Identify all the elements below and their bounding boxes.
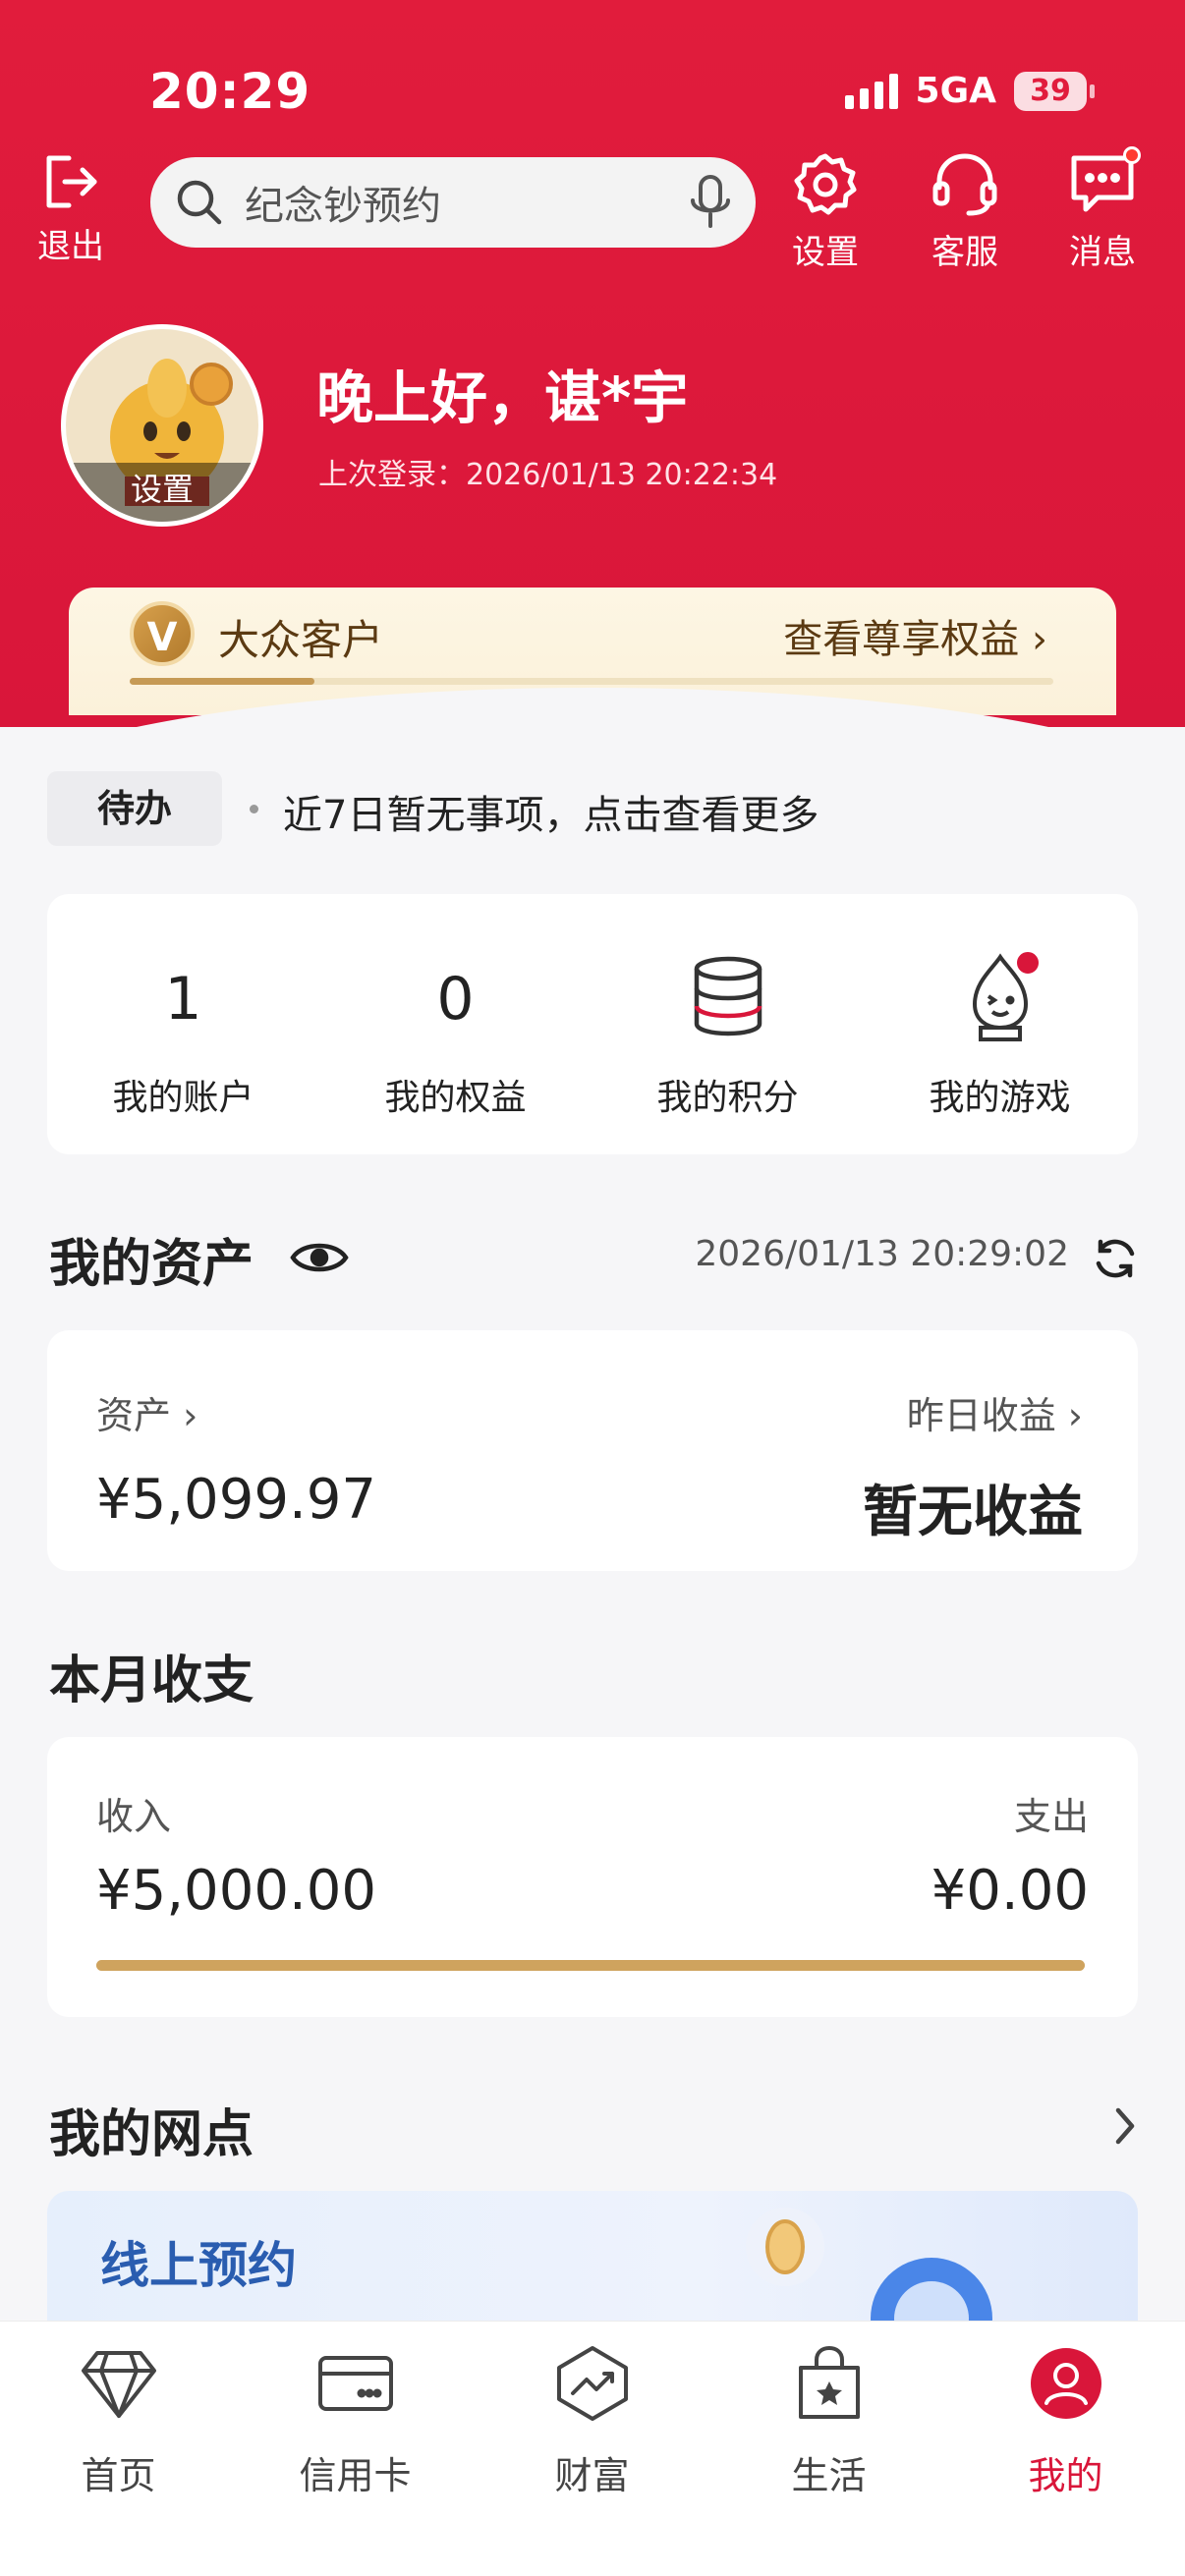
messages-button[interactable]: 消息	[1068, 146, 1141, 273]
yesterday-earnings-link[interactable]: 昨日收益 ›	[907, 1385, 1083, 1439]
customer-service-button[interactable]: 客服	[930, 150, 1000, 273]
search-icon	[177, 180, 222, 225]
mascot-icon	[972, 952, 1039, 1041]
todo-row[interactable]: 待办 近7日暂无事项，点击查看更多	[47, 771, 1138, 850]
logout-icon	[46, 155, 97, 208]
nav-mine[interactable]: 我的	[947, 2339, 1184, 2499]
yesterday-earnings-value: 暂无收益	[863, 1481, 1083, 1544]
online-appointment-title: 线上预约	[100, 2237, 297, 2294]
vip-badge-icon: V	[130, 601, 195, 666]
assets-title: 我的资产	[49, 1235, 254, 1294]
bullet-dot	[250, 805, 258, 813]
diamond-icon	[81, 2351, 156, 2418]
exit-button[interactable]: 退出	[37, 150, 104, 267]
bottom-nav: 首页 信用卡 财富 生活 我的	[0, 2321, 1185, 2576]
exit-label: 退出	[37, 227, 104, 266]
top-bar: 退出 纪念钞预约 设置 客服 消息	[0, 142, 1185, 273]
avatar[interactable]: 设置	[61, 324, 263, 527]
accounts-label: 我的账户	[112, 1078, 254, 1118]
nav-wealth[interactable]: 财富	[474, 2339, 710, 2499]
nav-mine-label: 我的	[1028, 2454, 1103, 2497]
status-indicators: 5GA 39	[844, 71, 1095, 111]
income-expense-bar	[96, 1960, 1085, 1971]
view-benefits-link[interactable]: 查看尊享权益 ›	[783, 607, 1047, 664]
todo-text: 近7日暂无事项，点击查看更多	[283, 793, 819, 838]
nav-home-label: 首页	[81, 2454, 156, 2497]
income-value: ¥5,000.00	[96, 1859, 377, 1923]
nav-wealth-label: 财富	[554, 2454, 630, 2497]
shopping-bag-icon	[798, 2346, 860, 2419]
expense-value: ¥0.00	[931, 1859, 1089, 1923]
my-games-item[interactable]: 我的游戏	[864, 894, 1136, 1154]
user-icon	[1030, 2348, 1101, 2419]
profile-section: 设置 晚上好，谌*宇 上次登录：2026/01/13 20:22:34	[61, 324, 1142, 531]
games-label: 我的游戏	[929, 1078, 1071, 1118]
assets-update-time: 2026/01/13 20:29:02	[695, 1234, 1069, 1274]
battery-icon: 39	[1014, 71, 1095, 111]
eye-icon[interactable]	[289, 1236, 350, 1279]
points-label: 我的积分	[656, 1078, 799, 1118]
monthly-title: 本月收支	[49, 1652, 254, 1710]
chevron-right-icon[interactable]	[1110, 2104, 1140, 2148]
branch-title: 我的网点	[49, 2105, 254, 2164]
membership-progress	[130, 678, 1053, 685]
assets-link[interactable]: 资产 ›	[96, 1385, 198, 1439]
last-login: 上次登录：2026/01/13 20:22:34	[318, 458, 778, 492]
assets-value: ¥5,099.97	[96, 1468, 377, 1532]
avatar-settings-label: 设置	[66, 463, 258, 522]
benefits-label: 我的权益	[384, 1078, 527, 1118]
expense-label: 支出	[1013, 1795, 1089, 1838]
my-points-item[interactable]: 我的积分	[592, 894, 864, 1154]
todo-tag: 待办	[47, 771, 222, 846]
accounts-count: 1	[164, 965, 202, 1034]
nav-life[interactable]: 生活	[710, 2339, 947, 2499]
network-label: 5GA	[915, 71, 996, 111]
income-share-fill	[96, 1960, 1085, 1971]
customer-service-label: 客服	[931, 233, 998, 272]
credit-card-icon	[317, 2356, 393, 2411]
status-bar: 20:29 5GA 39	[0, 59, 1185, 128]
unread-dot	[1123, 146, 1141, 164]
messages-label: 消息	[1069, 233, 1136, 272]
settings-button[interactable]: 设置	[791, 150, 860, 273]
message-icon-wrap	[1068, 146, 1141, 219]
assets-card: 资产 › ¥5,099.97 昨日收益 › 暂无收益	[47, 1330, 1138, 1571]
income-label: 收入	[96, 1795, 172, 1838]
membership-progress-fill	[130, 678, 314, 685]
membership-level: 大众客户	[218, 616, 384, 664]
headset-icon	[932, 153, 997, 216]
nav-credit-card[interactable]: 信用卡	[237, 2339, 474, 2499]
signal-icon	[844, 73, 898, 109]
settings-label: 设置	[792, 233, 859, 272]
my-benefits-item[interactable]: 0 我的权益	[319, 894, 592, 1154]
refresh-icon[interactable]	[1091, 1234, 1140, 1283]
benefits-count: 0	[436, 965, 475, 1034]
search-placeholder: 纪念钞预约	[245, 184, 441, 229]
header: 20:29 5GA 39 退出 纪念钞预约 设置 客服 消息 设置 晚上好，谌*…	[0, 0, 1185, 727]
coin-icon	[746, 2208, 824, 2286]
microphone-icon[interactable]	[689, 173, 732, 232]
gear-icon	[794, 153, 857, 215]
greeting: 晚上好，谌*宇	[316, 364, 689, 431]
nav-life-label: 生活	[791, 2454, 867, 2497]
monthly-card[interactable]: 收入 ¥5,000.00 支出 ¥0.00	[47, 1737, 1138, 2017]
nav-credit-card-label: 信用卡	[299, 2454, 412, 2497]
my-accounts-item[interactable]: 1 我的账户	[47, 894, 319, 1154]
trend-chart-icon	[556, 2346, 628, 2421]
nav-home[interactable]: 首页	[0, 2339, 237, 2499]
search-box[interactable]: 纪念钞预约	[150, 157, 756, 248]
quick-access-card: 1 我的账户 0 我的权益 我的积分 我的游戏	[47, 894, 1138, 1154]
database-icon	[694, 956, 762, 1036]
status-time: 20:29	[149, 63, 311, 120]
